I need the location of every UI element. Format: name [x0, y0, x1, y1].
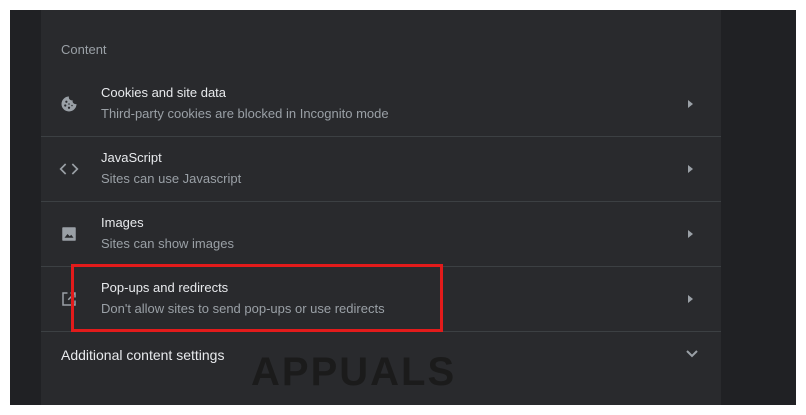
chevron-right-icon: [688, 100, 693, 108]
open-in-new-icon: [59, 289, 79, 309]
divider: [41, 331, 721, 332]
additional-content-label: Additional content settings: [61, 347, 225, 363]
javascript-row[interactable]: JavaScript Sites can use Javascript: [41, 137, 721, 201]
cookie-icon: [59, 94, 79, 114]
chevron-right-icon: [688, 165, 693, 173]
cookies-row[interactable]: Cookies and site data Third-party cookie…: [41, 72, 721, 136]
images-subtitle: Sites can show images: [101, 236, 234, 251]
app-window: Content Cookies and site data Third-part…: [10, 10, 796, 405]
popups-subtitle: Don't allow sites to send pop-ups or use…: [101, 301, 385, 316]
images-row[interactable]: Images Sites can show images: [41, 202, 721, 266]
popups-row[interactable]: Pop-ups and redirects Don't allow sites …: [41, 267, 721, 331]
chevron-down-icon: [686, 350, 698, 358]
image-icon: [59, 224, 79, 244]
chevron-right-icon: [688, 230, 693, 238]
cookies-title: Cookies and site data: [101, 85, 227, 100]
content-settings-panel: Content Cookies and site data Third-part…: [41, 10, 721, 405]
images-title: Images: [101, 215, 144, 230]
cookies-subtitle: Third-party cookies are blocked in Incog…: [101, 106, 389, 121]
javascript-subtitle: Sites can use Javascript: [101, 171, 242, 186]
section-title: Content: [61, 42, 107, 57]
chevron-right-icon: [688, 295, 693, 303]
popups-title: Pop-ups and redirects: [101, 280, 229, 295]
javascript-title: JavaScript: [101, 150, 162, 165]
watermark: APPUALS: [251, 350, 457, 394]
code-icon: [59, 159, 79, 179]
